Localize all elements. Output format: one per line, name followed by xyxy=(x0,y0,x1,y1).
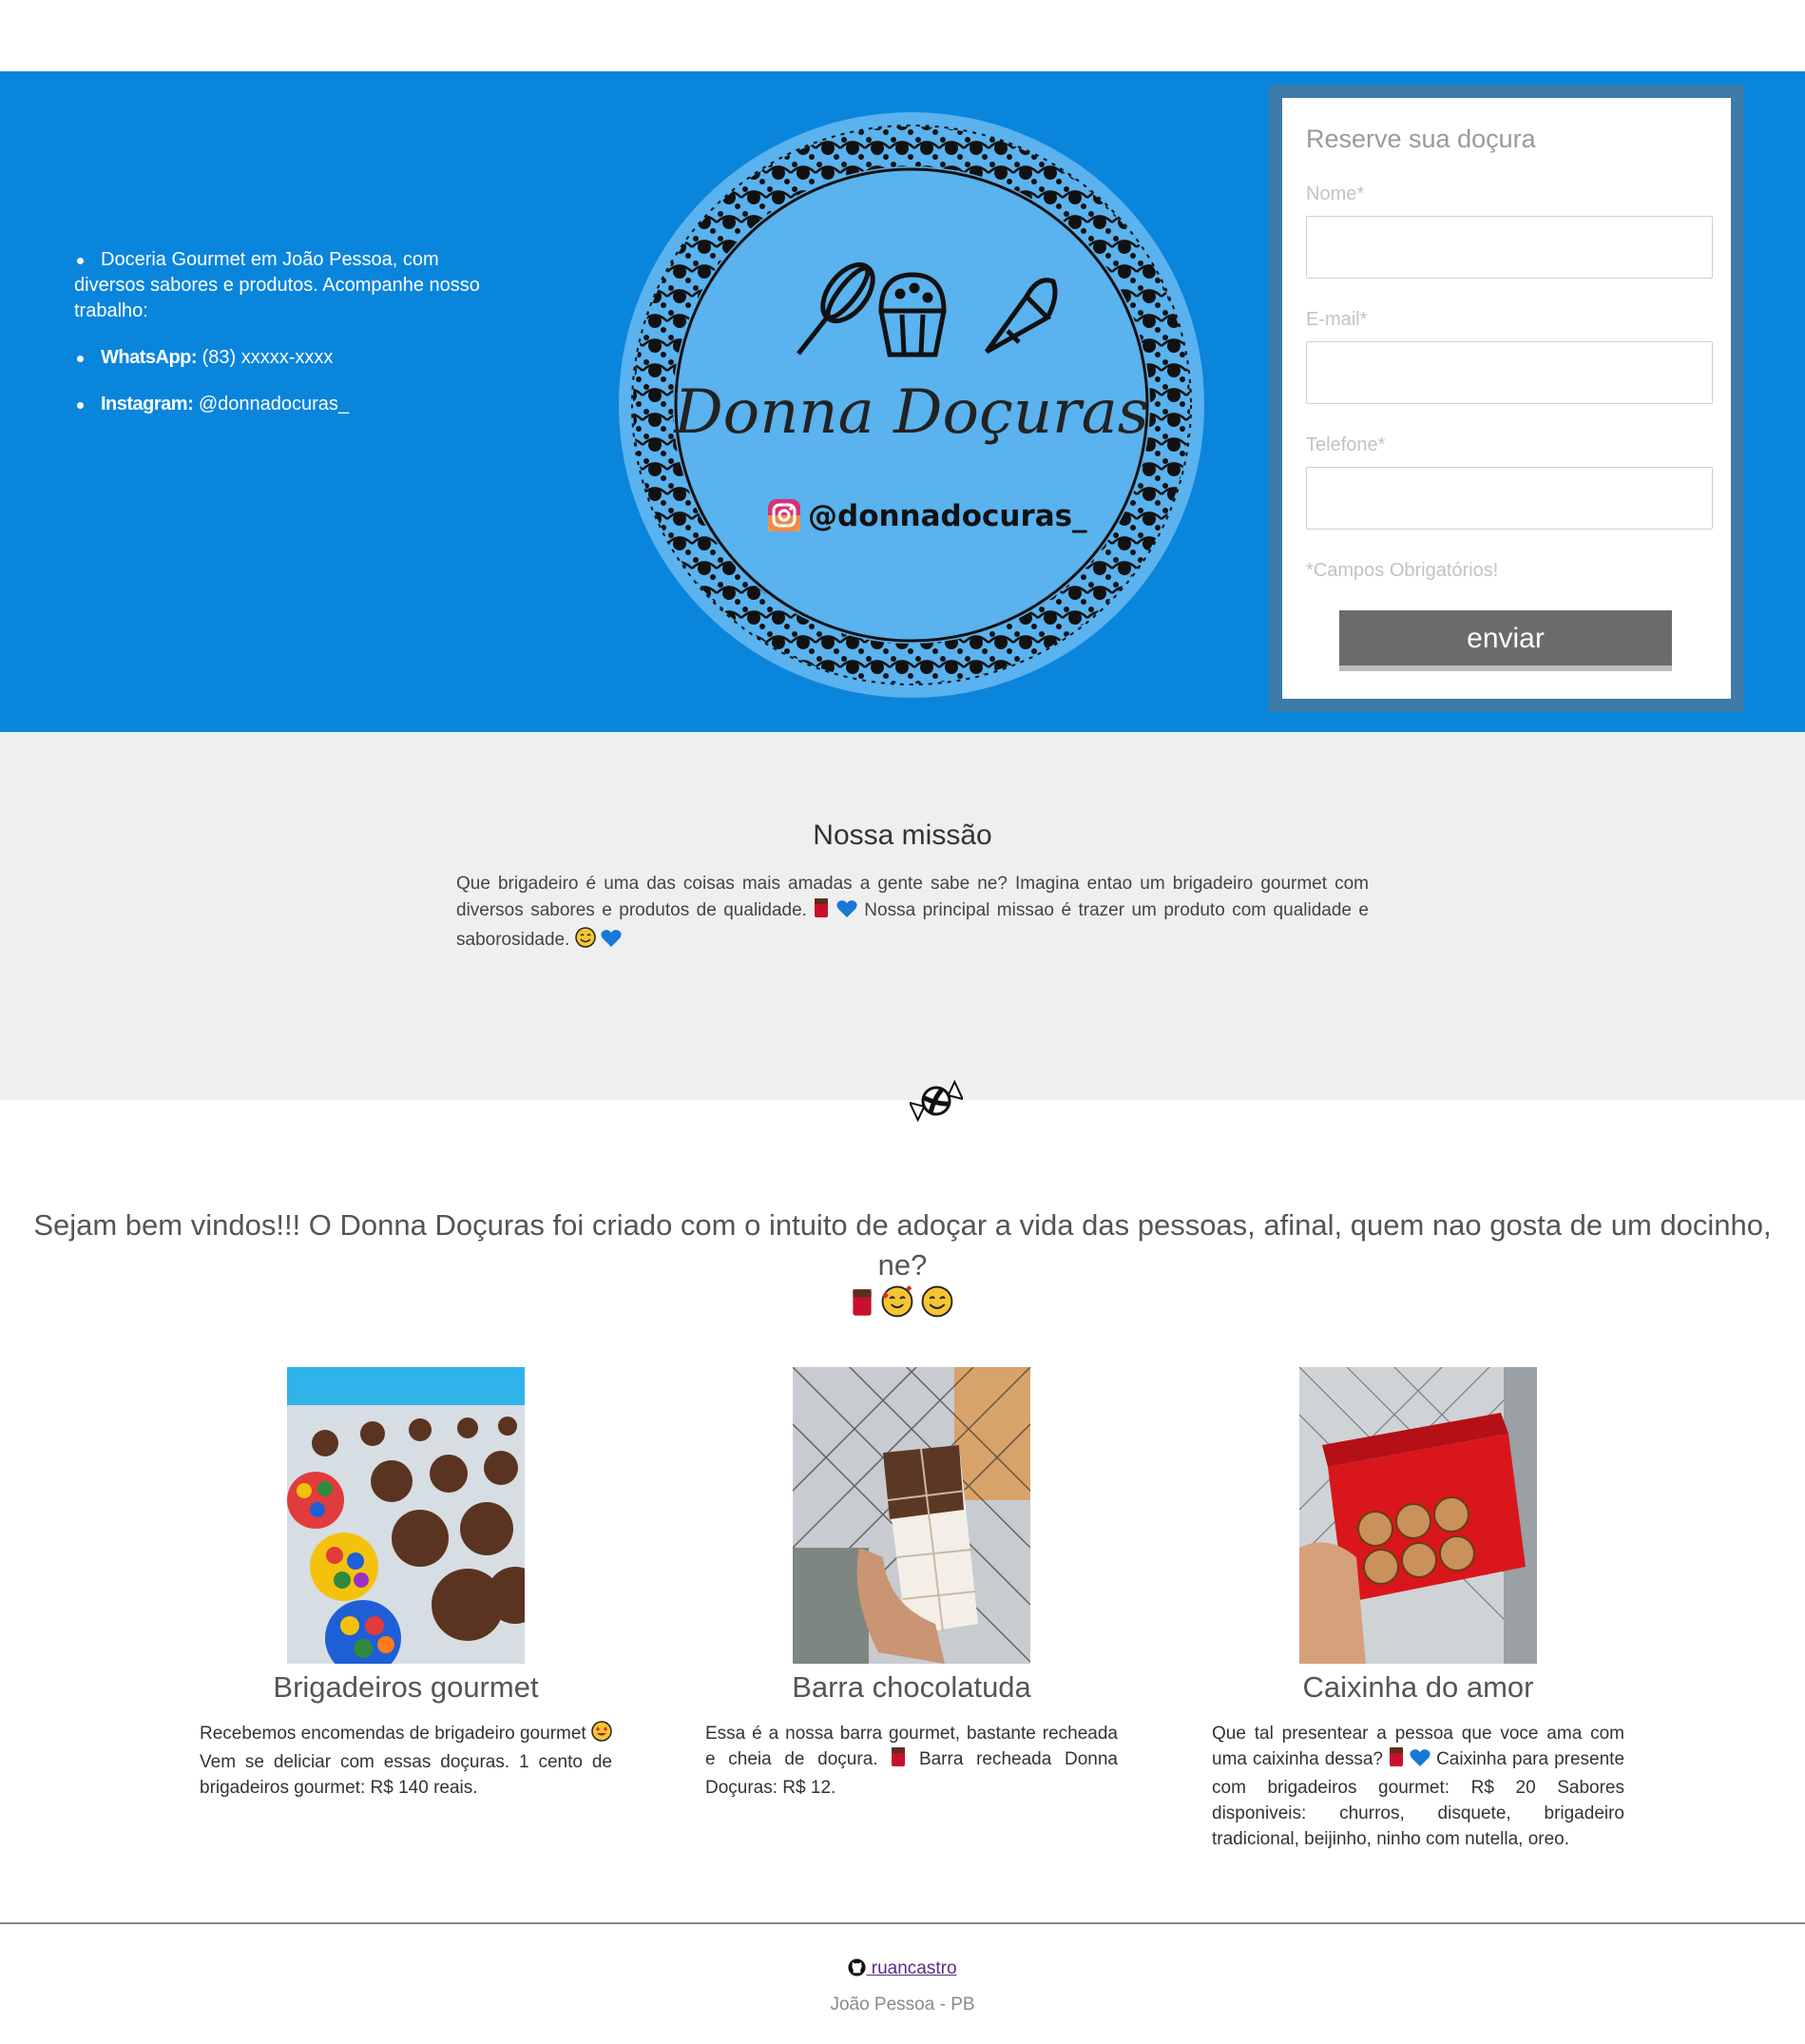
instagram-item: Instagram: @donnadocuras_ xyxy=(74,392,511,417)
whatsapp-value: (83) xxxxx-xxxx xyxy=(202,347,334,368)
product-photo-gift-box xyxy=(1299,1367,1537,1664)
footer-divider xyxy=(0,1922,1805,1924)
product-description: Que tal presentear a pessoa que voce ama… xyxy=(1212,1724,1625,1849)
whatsapp-item: WhatsApp: (83) xxxxx-xxxx xyxy=(74,345,511,371)
chocolate-bar-emoji xyxy=(852,1287,873,1328)
name-field[interactable] xyxy=(1306,216,1713,279)
smiling-face-emoji xyxy=(921,1285,953,1328)
phone-label: Telefone* xyxy=(1306,434,1386,455)
chocolate-bar-emoji xyxy=(891,1746,906,1775)
chocolate-bar-emoji xyxy=(1389,1746,1404,1775)
blue-heart-emoji xyxy=(836,899,857,927)
mission-title: Nossa missão xyxy=(813,820,992,851)
submit-button[interactable]: enviar xyxy=(1339,610,1672,671)
logo-title: Donna Doçuras xyxy=(673,377,1148,448)
welcome-message: Sejam bem vindos!!! O Donna Doçuras foi … xyxy=(29,1205,1776,1328)
required-fields-note: *Campos Obrigatórios! xyxy=(1306,560,1499,581)
reservation-form: Reserve sua doçura Nome* E-mail* Telefon… xyxy=(1282,98,1731,699)
instagram-icon xyxy=(768,499,800,531)
reservation-form-frame: Reserve sua doçura Nome* E-mail* Telefon… xyxy=(1269,85,1744,712)
heart-eyes-emoji xyxy=(591,1721,612,1749)
footer-location: João Pessoa - PB xyxy=(830,1995,975,2015)
blue-heart-emoji xyxy=(1410,1748,1431,1775)
product-description: Essa é a nossa barra gourmet, bastante r… xyxy=(705,1724,1118,1798)
github-link[interactable]: ruancastro xyxy=(0,1958,1805,1982)
contact-info: Doceria Gourmet em João Pessoa, com dive… xyxy=(74,247,511,438)
github-username[interactable]: ruancastro xyxy=(866,1958,957,1978)
product-title: Barra chocolatuda xyxy=(792,1670,1031,1704)
email-label: E-mail* xyxy=(1306,309,1368,330)
candy-icon xyxy=(908,1076,965,1126)
phone-field[interactable] xyxy=(1306,467,1713,530)
chocolate-bar-emoji xyxy=(814,897,829,927)
product-title: Caixinha do amor xyxy=(1302,1670,1534,1704)
form-title: Reserve sua doçura xyxy=(1306,125,1536,153)
product-title: Brigadeiros gourmet xyxy=(273,1670,539,1704)
smiling-hearts-emoji xyxy=(881,1285,913,1328)
instagram-label: Instagram: xyxy=(101,394,194,415)
mission-section: Nossa missão Que brigadeiro é uma das co… xyxy=(0,732,1805,1100)
product-photo-chocolate-bar xyxy=(793,1367,1030,1664)
product-photo-brigadeiros xyxy=(287,1367,525,1664)
whatsapp-label: WhatsApp: xyxy=(101,347,198,368)
brand-logo: Donna Doçuras @donnadocuras_ xyxy=(618,111,1205,699)
mission-text: Que brigadeiro é uma das coisas mais ama… xyxy=(456,871,1369,956)
brand-logo-graphic: Donna Doçuras @donnadocuras_ xyxy=(619,112,1204,698)
name-label: Nome* xyxy=(1306,183,1365,204)
logo-handle: @donnadocuras_ xyxy=(808,499,1087,533)
instagram-value: @donnadocuras_ xyxy=(198,394,350,415)
github-icon xyxy=(848,1958,866,1982)
product-description: Recebemos encomendas de brigadeiro gourm… xyxy=(200,1721,612,1801)
hero-section: Doceria Gourmet em João Pessoa, com dive… xyxy=(0,71,1805,732)
smiling-face-emoji xyxy=(574,927,596,956)
email-field[interactable] xyxy=(1306,341,1713,404)
blue-heart-emoji xyxy=(601,929,622,956)
info-intro: Doceria Gourmet em João Pessoa, com dive… xyxy=(74,247,511,324)
